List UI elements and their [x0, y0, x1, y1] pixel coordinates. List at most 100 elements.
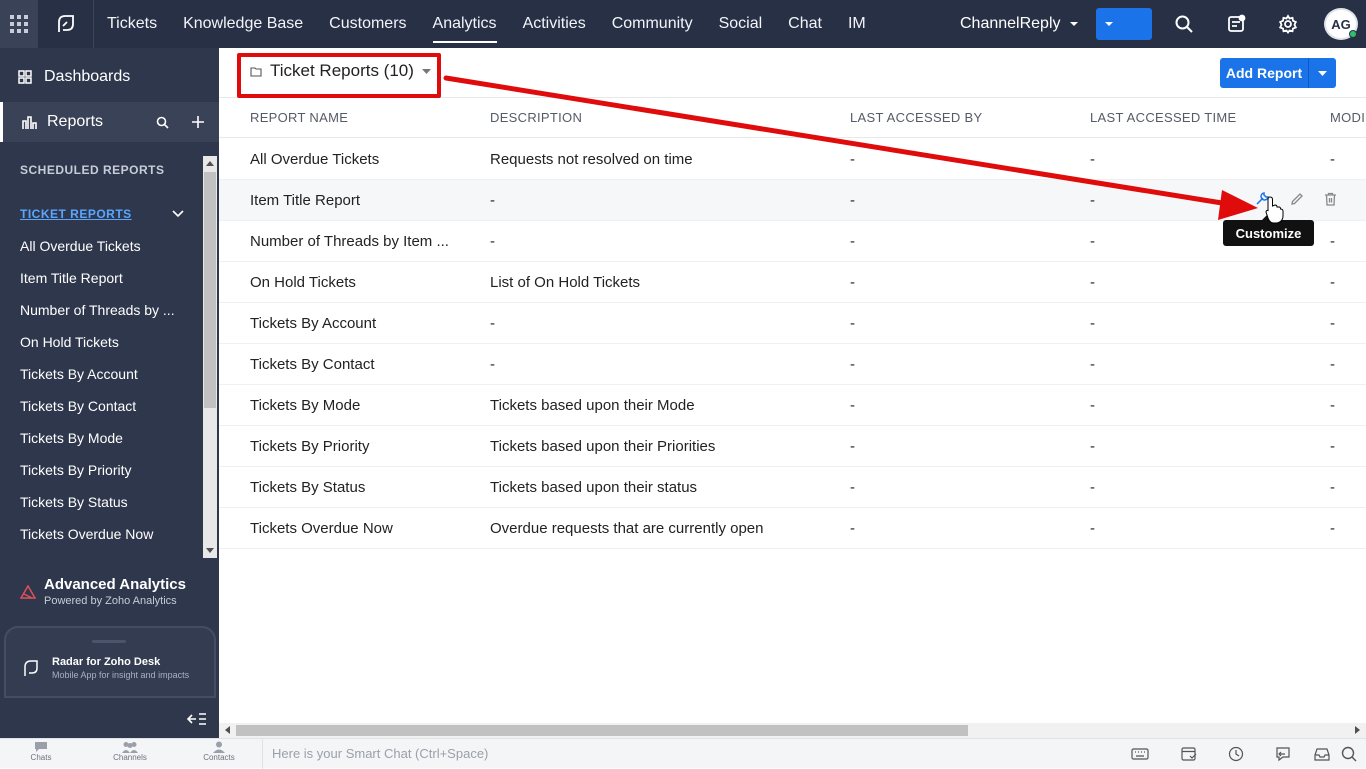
column-header-description[interactable]: DESCRIPTION: [490, 98, 830, 138]
scroll-up-icon[interactable]: [206, 161, 214, 166]
radar-app-promo[interactable]: Radar for Zoho Desk Mobile App for insig…: [4, 626, 216, 698]
nav-social[interactable]: Social: [706, 0, 776, 48]
sidebar-item-label: Reports: [47, 113, 104, 130]
scrollbar-thumb[interactable]: [236, 725, 968, 736]
sidebar-report-item[interactable]: Tickets By Account: [20, 364, 200, 396]
table-row[interactable]: Tickets Overdue Now Overdue requests tha…: [219, 508, 1366, 549]
report-name[interactable]: On Hold Tickets: [250, 262, 460, 303]
modified: -: [1330, 274, 1335, 291]
last-accessed-by: -: [850, 479, 855, 496]
nav-tickets[interactable]: Tickets: [94, 0, 170, 48]
department-selector[interactable]: ChannelReply: [960, 0, 1079, 48]
sidebar-report-item[interactable]: Tickets By Priority: [20, 460, 200, 492]
keyboard-icon[interactable]: [1131, 746, 1149, 762]
scroll-right-icon[interactable]: [1355, 726, 1360, 734]
scroll-down-icon[interactable]: [206, 548, 214, 553]
table-row[interactable]: Tickets By Mode Tickets based upon their…: [219, 385, 1366, 426]
report-name[interactable]: Tickets Overdue Now: [250, 508, 460, 549]
search-icon[interactable]: [156, 116, 169, 129]
report-name[interactable]: Item Title Report: [250, 180, 460, 221]
collapse-sidebar-icon[interactable]: [187, 712, 207, 726]
report-name[interactable]: Tickets By Priority: [250, 426, 460, 467]
avatar[interactable]: AG: [1324, 8, 1358, 40]
bottom-channels[interactable]: Channels: [100, 741, 160, 762]
nav-analytics[interactable]: Analytics: [420, 0, 510, 48]
nav-customers[interactable]: Customers: [316, 0, 419, 48]
table-row[interactable]: Tickets By Status Tickets based upon the…: [219, 467, 1366, 508]
report-name[interactable]: All Overdue Tickets: [250, 139, 460, 180]
nav-activities[interactable]: Activities: [510, 0, 599, 48]
gear-icon[interactable]: [1276, 12, 1300, 36]
sidebar-scheduled-reports[interactable]: SCHEDULED REPORTS: [0, 160, 219, 180]
table-row[interactable]: Number of Threads by Item ... - - - -: [219, 221, 1366, 262]
bottom-channels-label: Channels: [113, 753, 147, 762]
sidebar-item-dashboards[interactable]: Dashboards: [0, 58, 219, 96]
nav-im[interactable]: IM: [835, 0, 879, 48]
table-row[interactable]: On Hold Tickets List of On Hold Tickets …: [219, 262, 1366, 303]
notes-icon[interactable]: [1224, 12, 1248, 36]
column-header-last-accessed-by[interactable]: LAST ACCESSED BY: [850, 98, 1070, 138]
modified: -: [1330, 520, 1335, 537]
sidebar-report-item[interactable]: Number of Threads by ...: [20, 300, 200, 332]
radar-title: Radar for Zoho Desk: [52, 656, 161, 668]
last-accessed-time: -: [1090, 438, 1095, 455]
search-icon[interactable]: [1340, 746, 1358, 762]
horizontal-scrollbar[interactable]: [219, 723, 1366, 738]
edit-pencil-icon[interactable]: [1290, 192, 1304, 206]
sidebar-scrollbar[interactable]: [203, 156, 217, 558]
bottom-contacts[interactable]: Contacts: [189, 741, 249, 762]
table-row[interactable]: Item Title Report - - -: [219, 180, 1366, 221]
report-name[interactable]: Tickets By Status: [250, 467, 460, 508]
scrollbar-thumb[interactable]: [204, 172, 216, 408]
message-reply-icon[interactable]: [1274, 746, 1292, 762]
chevron-down-icon[interactable]: [172, 210, 184, 218]
table-row[interactable]: All Overdue Tickets Requests not resolve…: [219, 139, 1366, 180]
apps-grid-icon[interactable]: [0, 0, 38, 48]
calendar-check-icon[interactable]: [1180, 746, 1198, 762]
add-report-button[interactable]: Add Report: [1220, 58, 1336, 88]
plus-icon[interactable]: [191, 115, 205, 129]
desk-logo-icon[interactable]: [38, 0, 94, 48]
sidebar-report-item[interactable]: Tickets By Contact: [20, 396, 200, 428]
sidebar-report-item[interactable]: Tickets By Mode: [20, 428, 200, 460]
add-report-label[interactable]: Add Report: [1220, 58, 1309, 88]
column-header-report-name[interactable]: REPORT NAME: [250, 98, 460, 138]
customize-wrench-icon[interactable]: [1255, 191, 1270, 206]
trash-icon[interactable]: [1324, 192, 1337, 206]
sidebar-ticket-reports-folder[interactable]: TICKET REPORTS: [0, 204, 219, 224]
chevron-down-icon[interactable]: [1096, 8, 1121, 40]
sidebar-report-item[interactable]: Item Title Report: [20, 268, 200, 300]
new-item-button[interactable]: [1096, 8, 1346, 88]
sidebar-report-item[interactable]: Tickets By Status: [20, 492, 200, 524]
inbox-icon[interactable]: [1313, 746, 1331, 762]
column-header-last-accessed-time[interactable]: LAST ACCESSED TIME: [1090, 98, 1310, 138]
modified: -: [1330, 356, 1335, 373]
table-row[interactable]: Tickets By Account - - - -: [219, 303, 1366, 344]
search-icon[interactable]: [1172, 12, 1196, 36]
sidebar-report-item[interactable]: Tickets Overdue Now: [20, 524, 200, 556]
report-name[interactable]: Number of Threads by Item ...: [250, 221, 460, 262]
chat-bubble-icon: [35, 742, 47, 752]
clock-icon[interactable]: [1227, 746, 1245, 762]
table-row[interactable]: Tickets By Contact - - - -: [219, 344, 1366, 385]
sidebar-item-reports[interactable]: Reports: [0, 102, 219, 142]
report-name[interactable]: Tickets By Contact: [250, 344, 460, 385]
smart-chat-input[interactable]: Here is your Smart Chat (Ctrl+Space): [262, 739, 762, 769]
table-row[interactable]: Tickets By Priority Tickets based upon t…: [219, 426, 1366, 467]
chevron-down-icon[interactable]: [1309, 58, 1336, 88]
last-accessed-by: -: [850, 315, 855, 332]
nav-chat[interactable]: Chat: [775, 0, 835, 48]
sidebar-report-item[interactable]: All Overdue Tickets: [20, 236, 200, 268]
modified: -: [1330, 397, 1335, 414]
nav-knowledge-base[interactable]: Knowledge Base: [170, 0, 316, 48]
last-accessed-by: -: [850, 397, 855, 414]
report-name[interactable]: Tickets By Account: [250, 303, 460, 344]
nav-community[interactable]: Community: [599, 0, 706, 48]
report-name[interactable]: Tickets By Mode: [250, 385, 460, 426]
column-header-modified[interactable]: MODI: [1330, 98, 1366, 138]
scroll-left-icon[interactable]: [225, 726, 230, 734]
advanced-analytics-link[interactable]: Advanced Analytics Powered by Zoho Analy…: [20, 576, 186, 607]
bottom-chats[interactable]: Chats: [11, 741, 71, 762]
modified: -: [1330, 479, 1335, 496]
sidebar-report-item[interactable]: On Hold Tickets: [20, 332, 200, 364]
